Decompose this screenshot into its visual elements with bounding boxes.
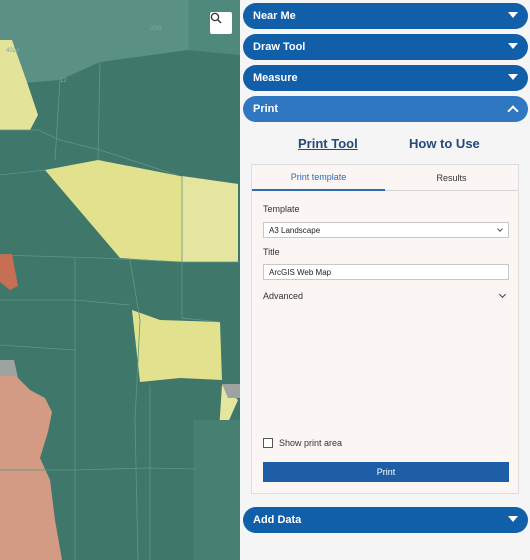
chevron-up-icon [507, 105, 519, 117]
map-label-1: 20/3 [150, 26, 162, 32]
template-select[interactable]: A3 Landscape [263, 222, 509, 238]
draw-tool-header[interactable]: Draw Tool [243, 34, 528, 60]
print-label: Print [253, 103, 279, 115]
chevron-down-icon [498, 290, 507, 299]
map-label-2: 4024 [6, 48, 20, 54]
measure-label: Measure [253, 72, 298, 84]
show-print-area-label: Show print area [279, 438, 343, 448]
checkbox-box[interactable] [263, 438, 273, 448]
near-me-header[interactable]: Near Me [243, 3, 528, 29]
template-label: Template [263, 204, 300, 214]
near-me-label: Near Me [253, 10, 296, 22]
advanced-label: Advanced [263, 291, 304, 301]
show-print-area-checkbox[interactable]: Show print area [263, 438, 342, 448]
search-icon [210, 12, 222, 24]
caret-down-icon [508, 74, 518, 80]
print-button[interactable]: Print [263, 462, 509, 482]
advanced-toggle[interactable]: Advanced [263, 290, 509, 301]
chevron-down-icon [497, 226, 503, 232]
add-data-header[interactable]: Add Data [243, 507, 528, 533]
add-data-label: Add Data [253, 514, 302, 526]
map-region-lowright [195, 420, 240, 560]
caret-down-icon [508, 43, 518, 49]
widget-panel: Near Me Draw Tool Measure Print Print To… [240, 0, 530, 560]
template-value: A3 Landscape [269, 225, 321, 235]
map-label-3: 12 [60, 78, 67, 84]
map-view[interactable]: 20/3 4024 12 [0, 0, 240, 560]
title-label: Title [263, 247, 280, 257]
map-region-yellow-3 [182, 176, 238, 262]
tab-results[interactable]: Results [385, 165, 518, 191]
title-value: ArcGIS Web Map [269, 267, 332, 277]
print-widget: Print template Results Template A3 Lands… [251, 164, 519, 494]
map-search-button[interactable] [210, 12, 232, 34]
map-canvas[interactable]: 20/3 4024 12 [0, 0, 240, 560]
caret-down-icon [508, 12, 518, 18]
draw-tool-label: Draw Tool [253, 41, 306, 53]
print-tabs: Print template Results [252, 165, 518, 191]
print-header[interactable]: Print [243, 96, 528, 122]
print-tool-link[interactable]: Print Tool [298, 136, 358, 151]
measure-header[interactable]: Measure [243, 65, 528, 91]
title-input[interactable]: ArcGIS Web Map [263, 264, 509, 280]
caret-down-icon [508, 516, 518, 522]
how-to-use-link[interactable]: How to Use [409, 136, 480, 151]
tab-print-template[interactable]: Print template [252, 165, 385, 191]
